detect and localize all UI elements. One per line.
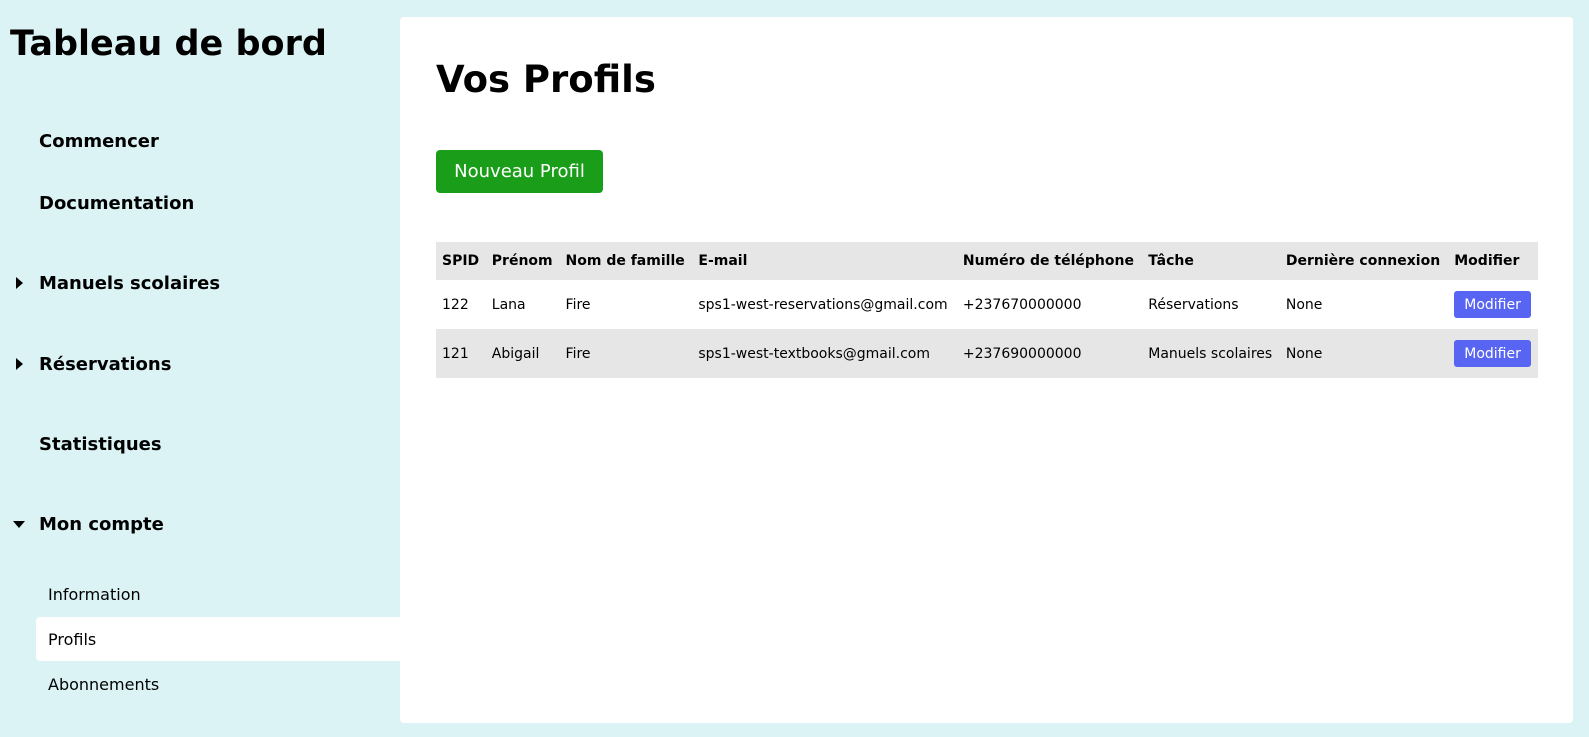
nav-item-commencer[interactable]: Commencer [0, 126, 400, 156]
column-header-last-login: Dernière connexion [1279, 242, 1449, 280]
cell-task: Manuels scolaires [1142, 329, 1280, 378]
cell-last-name: Fire [559, 329, 693, 378]
caret-right-icon [12, 357, 26, 371]
caret-down-icon [12, 517, 26, 531]
cell-last-login: None [1279, 329, 1449, 378]
column-header-first-name: Prénom [485, 242, 560, 280]
table-row: 122 Lana Fire sps1-west-reservations@gma… [436, 280, 1538, 329]
sidebar: Tableau de bord Commencer Documentation … [0, 0, 400, 737]
nav-item-documentation[interactable]: Documentation [0, 188, 400, 218]
cell-last-login: None [1285, 296, 1323, 313]
nav-item-label: Commencer [39, 130, 159, 152]
column-header-phone: Numéro de téléphone [956, 242, 1143, 280]
subitem-label: Abonnements [48, 674, 160, 694]
column-header-email: E-mail [692, 242, 957, 280]
column-header-last-name: Nom de famille [559, 242, 693, 280]
cell-spid: 122 [442, 296, 469, 313]
nav-item-reservations[interactable]: Réservations [0, 349, 400, 379]
page-title: Vos Profils [436, 58, 656, 101]
profiles-table: SPID Prénom Nom de famille E-mail Numéro… [436, 242, 1538, 378]
sidebar-subitem-profils[interactable]: Profils [36, 617, 400, 661]
nav-item-statistiques[interactable]: Statistiques [0, 429, 400, 459]
cell-first-name: Abigail [485, 329, 560, 378]
nav-item-label: Mon compte [39, 513, 164, 535]
cell-edit: Modifier [1448, 280, 1538, 329]
table-row: 121 Abigail Fire sps1-west-textbooks@gma… [436, 329, 1538, 378]
column-header-spid: SPID [436, 242, 486, 280]
edit-profile-button[interactable]: Modifier [1454, 340, 1531, 367]
caret-right-icon [12, 276, 26, 290]
edit-profile-button[interactable]: Modifier [1454, 291, 1531, 318]
new-profile-button[interactable]: Nouveau Profil [436, 150, 603, 193]
sidebar-subitem-abonnements[interactable]: Abonnements [36, 662, 400, 706]
nav-item-label: Manuels scolaires [39, 272, 221, 294]
column-header-edit: Modifier [1448, 242, 1538, 280]
cell-email: sps1-west-textbooks@gmail.com [692, 329, 957, 378]
nav-item-label: Réservations [39, 353, 172, 375]
cell-task: Réservations [1148, 296, 1239, 313]
nav-item-label: Statistiques [39, 433, 162, 455]
subitem-label: Profils [48, 629, 97, 649]
sidebar-subitem-information[interactable]: Information [36, 572, 400, 616]
table-header-row: SPID Prénom Nom de famille E-mail Numéro… [436, 242, 1538, 280]
nav-item-manuels-scolaires[interactable]: Manuels scolaires [0, 268, 400, 298]
cell-phone: +237670000000 [962, 296, 1082, 313]
cell-spid: 121 [436, 329, 486, 378]
dashboard-title: Tableau de bord [10, 24, 327, 64]
nav-item-mon-compte[interactable]: Mon compte [0, 509, 400, 539]
cell-last-name: Fire [565, 296, 591, 313]
cell-email: sps1-west-reservations@gmail.com [698, 296, 948, 313]
nav-item-label: Documentation [39, 192, 195, 214]
column-header-task: Tâche [1142, 242, 1280, 280]
cell-edit: Modifier [1448, 329, 1538, 378]
subitem-label: Information [48, 584, 141, 604]
cell-phone: +237690000000 [956, 329, 1143, 378]
cell-first-name: Lana [491, 296, 526, 313]
